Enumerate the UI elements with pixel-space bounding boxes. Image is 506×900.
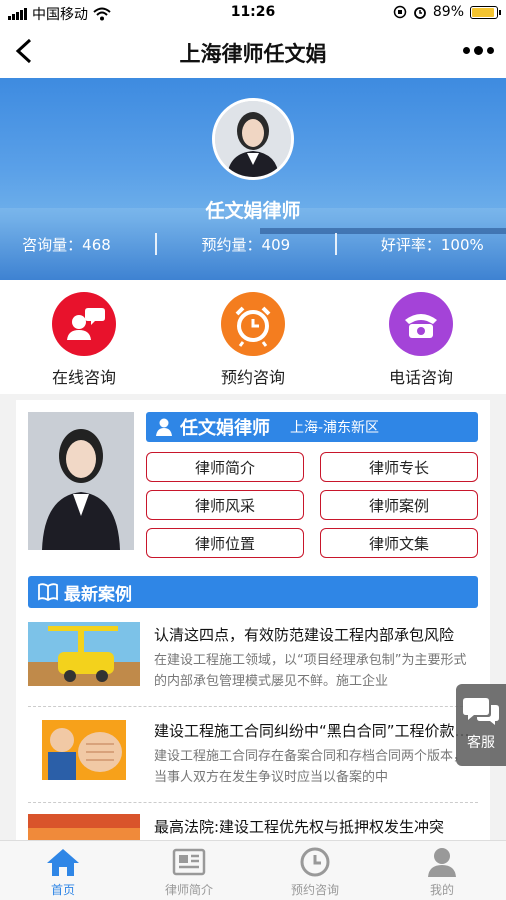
profile-banner: 任文娟律师 咨询量：468 预约量：409 好评率：100% — [0, 78, 506, 280]
online-consult-button[interactable]: 在线咨询 — [29, 292, 139, 388]
book-icon — [38, 583, 58, 601]
status-bar: 中国移动 11:26 89% — [0, 0, 506, 26]
cases-header: 最新案例 — [28, 576, 478, 608]
tab-lawyer-intro[interactable]: 律师简介 — [139, 847, 239, 898]
lawyer-location-button[interactable]: 律师位置 — [146, 528, 304, 558]
customer-service-button[interactable]: 客服 — [456, 684, 506, 766]
lawyer-intro-button[interactable]: 律师简介 — [146, 452, 304, 482]
alarm-clock-icon — [221, 292, 285, 356]
case-thumbnail — [28, 622, 140, 686]
action-label: 在线咨询 — [51, 368, 116, 387]
case-summary: 在建设工程施工领域，以“项目经理承包制”为主要形式的内部承包管理模式屡见不鲜。施… — [154, 653, 467, 689]
tab-label: 我的 — [429, 883, 454, 897]
stat-rating: 好评率：100% — [380, 236, 484, 254]
chat-icon — [463, 698, 499, 725]
case-title: 认清这四点，有效防范建设工程内部承包风险 — [154, 626, 455, 644]
tab-home[interactable]: 首页 — [13, 847, 113, 898]
clock-icon — [300, 847, 330, 877]
case-item[interactable]: 建设工程施工合同纠纷中“黑白合同”工程价款的认定 建设工程施工合同存在备案合同和… — [28, 718, 478, 798]
quick-actions: 在线咨询 预约咨询 电话咨询 — [0, 280, 506, 394]
case-title: 最高法院:建设工程优先权与抵押权发生冲突 — [154, 818, 445, 836]
phone-consult-button[interactable]: 电话咨询 — [366, 292, 476, 388]
card-lawyer-name: 任文娟律师 — [180, 418, 270, 439]
cases-title: 最新案例 — [64, 584, 132, 605]
chat-bubble-person-icon — [52, 292, 116, 356]
orientation-lock-icon — [393, 5, 407, 19]
lawyer-card: 任文娟律师 上海-浦东新区 律师简介 律师专长 律师风采 律师案例 律师位置 律… — [16, 400, 490, 570]
stats-row: 咨询量：468 预约量：409 好评率：100% — [0, 233, 506, 255]
status-right: 89% — [393, 4, 501, 20]
home-icon — [47, 849, 79, 876]
divider — [28, 802, 478, 803]
person-icon — [428, 848, 456, 877]
tab-label: 预约咨询 — [290, 883, 339, 897]
case-thumbnail — [28, 718, 140, 782]
tab-label: 首页 — [50, 883, 75, 897]
page-title: 上海律师任文娟 — [179, 42, 327, 66]
book-consult-button[interactable]: 预约咨询 — [198, 292, 308, 388]
alarm-icon — [413, 7, 426, 19]
case-summary: 建设工程施工合同存在备案合同和存档合同两个版本，当事人双方在发生争议时应当以备案… — [154, 749, 467, 785]
stat-appointments: 预约量：409 — [201, 236, 291, 254]
customer-service-label: 客服 — [467, 735, 495, 751]
stat-consultations: 咨询量：468 — [22, 236, 111, 254]
lawyer-expertise-button[interactable]: 律师专长 — [320, 452, 478, 482]
lawyer-photo — [28, 412, 134, 550]
lawyer-gallery-button[interactable]: 律师风采 — [146, 490, 304, 520]
action-label: 电话咨询 — [388, 368, 453, 387]
lawyer-articles-button[interactable]: 律师文集 — [320, 528, 478, 558]
more-menu-icon[interactable] — [463, 46, 494, 55]
lawyer-cases-button[interactable]: 律师案例 — [320, 490, 478, 520]
person-icon — [156, 418, 172, 436]
action-label: 预约咨询 — [220, 368, 285, 387]
battery-percent: 89% — [432, 4, 464, 20]
tab-mine[interactable]: 我的 — [392, 847, 492, 898]
avatar — [212, 98, 294, 180]
case-title: 建设工程施工合同纠纷中“黑白合同”工程价款的认定 — [154, 722, 478, 740]
lawyer-name: 任文娟律师 — [205, 200, 301, 222]
lawyer-name-bar: 任文娟律师 上海-浦东新区 — [146, 412, 478, 442]
telephone-icon — [389, 292, 453, 356]
latest-cases: 最新案例 认清这四点，有效防范建设工程内部承包风险 在建设工程施工领域，以“项目… — [16, 570, 490, 840]
nav-bar: 上海律师任文娟 — [0, 26, 506, 78]
tab-bar: 首页 律师简介 预约咨询 我的 — [0, 840, 506, 900]
case-item[interactable]: 认清这四点，有效防范建设工程内部承包风险 在建设工程施工领域，以“项目经理承包制… — [28, 622, 478, 702]
divider — [334, 233, 337, 255]
case-item[interactable]: 最高法院:建设工程优先权与抵押权发生冲突 — [28, 814, 478, 840]
newspaper-icon — [172, 848, 206, 876]
divider — [155, 233, 158, 255]
card-location: 上海-浦东新区 — [290, 420, 380, 436]
tab-book-consult[interactable]: 预约咨询 — [265, 847, 365, 898]
divider — [28, 706, 478, 707]
case-thumbnail — [28, 814, 140, 840]
battery-icon — [470, 5, 501, 19]
tab-label: 律师简介 — [164, 883, 213, 897]
